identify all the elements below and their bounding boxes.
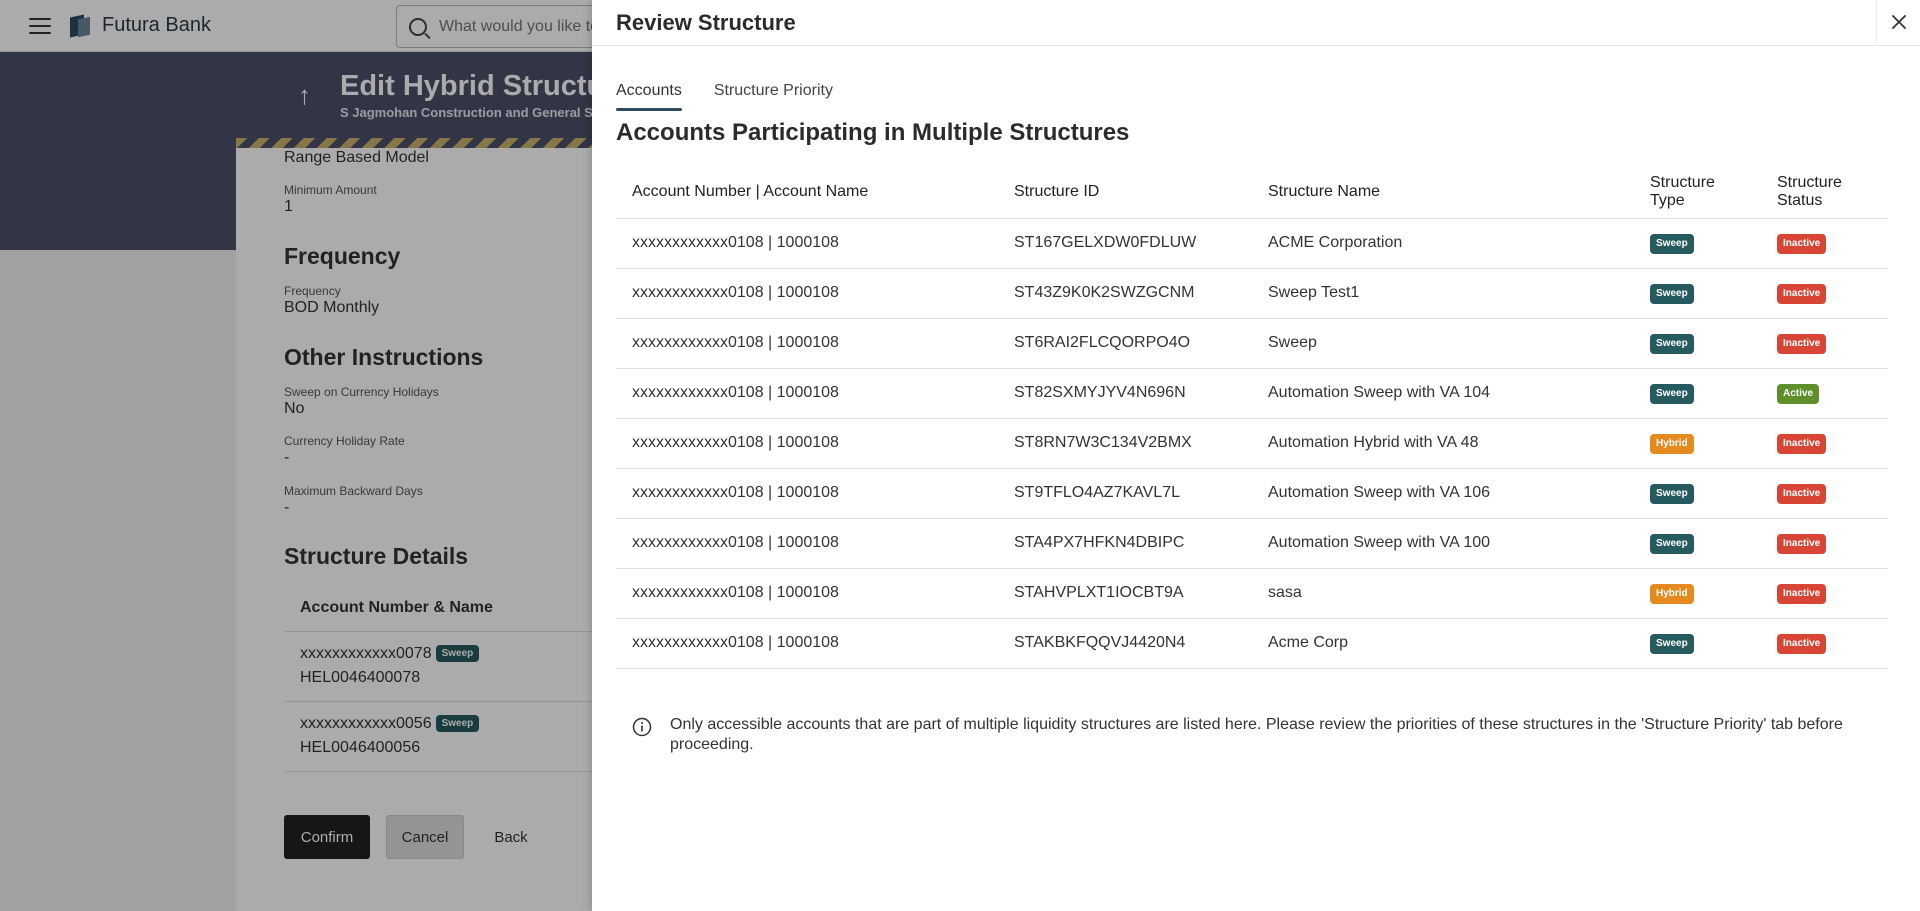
type-badge: Sweep [1650, 483, 1694, 504]
table-row: xxxxxxxxxxxx0108 | 1000108 STAHVPLXT1IOC… [616, 568, 1888, 619]
structure-type-cell: Hybrid [1634, 568, 1761, 619]
type-badge: Sweep [1650, 233, 1694, 254]
status-badge: Inactive [1777, 433, 1827, 454]
structure-status-cell: Inactive [1761, 318, 1888, 369]
table-row: xxxxxxxxxxxx0108 | 1000108 ST9TFLO4AZ7KA… [616, 468, 1888, 519]
structure-status-cell: Active [1761, 368, 1888, 419]
structure-id-cell: STAHVPLXT1IOCBT9A [998, 568, 1252, 619]
account-cell: xxxxxxxxxxxx0108 | 1000108 [616, 268, 998, 319]
account-cell: xxxxxxxxxxxx0108 | 1000108 [616, 218, 998, 269]
info-icon [632, 717, 652, 737]
tab-structure-priority[interactable]: Structure Priority [714, 82, 833, 111]
account-cell: xxxxxxxxxxxx0108 | 1000108 [616, 418, 998, 469]
structure-name-cell: Automation Sweep with VA 104 [1252, 368, 1634, 419]
structure-type-cell: Sweep [1634, 368, 1761, 419]
table-row: xxxxxxxxxxxx0108 | 1000108 ST167GELXDW0F… [616, 218, 1888, 269]
review-structure-drawer: Review Structure Accounts Structure Prio… [592, 0, 1920, 911]
structure-status-cell: Inactive [1761, 218, 1888, 269]
structure-status-cell: Inactive [1761, 568, 1888, 619]
tab-accounts[interactable]: Accounts [616, 82, 682, 111]
structure-id-cell: STA4PX7HFKN4DBIPC [998, 518, 1252, 569]
table-row: xxxxxxxxxxxx0108 | 1000108 STAKBKFQQVJ44… [616, 618, 1888, 669]
structure-status-cell: Inactive [1761, 468, 1888, 519]
type-badge: Sweep [1650, 383, 1694, 404]
close-button[interactable] [1876, 0, 1920, 44]
account-cell: xxxxxxxxxxxx0108 | 1000108 [616, 618, 998, 669]
structure-name-cell: Sweep [1252, 318, 1634, 369]
structures-table: Account Number | Account Name Structure … [616, 166, 1888, 669]
close-icon [1891, 15, 1906, 29]
type-badge: Hybrid [1650, 583, 1694, 604]
structure-type-cell: Hybrid [1634, 418, 1761, 469]
structure-name-cell: sasa [1252, 568, 1634, 619]
structure-id-cell: ST43Z9K0K2SWZGCNM [998, 268, 1252, 319]
structure-id-cell: ST9TFLO4AZ7KAVL7L [998, 468, 1252, 519]
table-header-row: Account Number | Account Name Structure … [616, 166, 1888, 219]
structure-type-cell: Sweep [1634, 468, 1761, 519]
status-badge: Inactive [1777, 333, 1827, 354]
status-badge: Active [1777, 383, 1820, 404]
info-note-text: Only accessible accounts that are part o… [670, 716, 1843, 753]
structure-name-cell: ACME Corporation [1252, 218, 1634, 269]
column-header-structure-id: Structure ID [998, 166, 1252, 219]
structure-name-cell: Sweep Test1 [1252, 268, 1634, 319]
structure-type-cell: Sweep [1634, 518, 1761, 569]
table-row: xxxxxxxxxxxx0108 | 1000108 ST82SXMYJYV4N… [616, 368, 1888, 419]
type-badge: Sweep [1650, 333, 1694, 354]
account-cell: xxxxxxxxxxxx0108 | 1000108 [616, 368, 998, 419]
drawer-header: Review Structure [592, 0, 1920, 46]
account-cell: xxxxxxxxxxxx0108 | 1000108 [616, 318, 998, 369]
account-cell: xxxxxxxxxxxx0108 | 1000108 [616, 468, 998, 519]
status-badge: Inactive [1777, 283, 1827, 304]
structure-id-cell: STAKBKFQQVJ4420N4 [998, 618, 1252, 669]
table-row: xxxxxxxxxxxx0108 | 1000108 ST43Z9K0K2SWZ… [616, 268, 1888, 319]
structure-name-cell: Automation Sweep with VA 100 [1252, 518, 1634, 569]
structure-name-cell: Automation Sweep with VA 106 [1252, 468, 1634, 519]
status-badge: Inactive [1777, 233, 1827, 254]
account-cell: xxxxxxxxxxxx0108 | 1000108 [616, 518, 998, 569]
status-badge: Inactive [1777, 583, 1827, 604]
structure-type-cell: Sweep [1634, 268, 1761, 319]
structure-status-cell: Inactive [1761, 618, 1888, 669]
structure-type-cell: Sweep [1634, 318, 1761, 369]
column-header-structure-type: Structure Type [1634, 166, 1761, 219]
info-note: Only accessible accounts that are part o… [632, 715, 1902, 755]
structure-type-cell: Sweep [1634, 218, 1761, 269]
status-badge: Inactive [1777, 483, 1827, 504]
section-title: Accounts Participating in Multiple Struc… [616, 119, 1130, 146]
structure-id-cell: ST8RN7W3C134V2BMX [998, 418, 1252, 469]
table-row: xxxxxxxxxxxx0108 | 1000108 ST6RAI2FLCQOR… [616, 318, 1888, 369]
structure-id-cell: ST6RAI2FLCQORPO4O [998, 318, 1252, 369]
structure-name-cell: Automation Hybrid with VA 48 [1252, 418, 1634, 469]
structure-status-cell: Inactive [1761, 518, 1888, 569]
type-badge: Sweep [1650, 533, 1694, 554]
structure-name-cell: Acme Corp [1252, 618, 1634, 669]
structure-status-cell: Inactive [1761, 268, 1888, 319]
column-header-structure-status: Structure Status [1761, 166, 1888, 219]
drawer-tabs: Accounts Structure Priority [616, 82, 865, 111]
type-badge: Sweep [1650, 633, 1694, 654]
column-header-structure-name: Structure Name [1252, 166, 1634, 219]
structure-status-cell: Inactive [1761, 418, 1888, 469]
column-header-account: Account Number | Account Name [616, 166, 998, 219]
structure-id-cell: ST167GELXDW0FDLUW [998, 218, 1252, 269]
account-cell: xxxxxxxxxxxx0108 | 1000108 [616, 568, 998, 619]
table-row: xxxxxxxxxxxx0108 | 1000108 ST8RN7W3C134V… [616, 418, 1888, 469]
table-row: xxxxxxxxxxxx0108 | 1000108 STA4PX7HFKN4D… [616, 518, 1888, 569]
drawer-title: Review Structure [616, 10, 796, 35]
structure-type-cell: Sweep [1634, 618, 1761, 669]
status-badge: Inactive [1777, 633, 1827, 654]
type-badge: Hybrid [1650, 433, 1694, 454]
status-badge: Inactive [1777, 533, 1827, 554]
type-badge: Sweep [1650, 283, 1694, 304]
structure-id-cell: ST82SXMYJYV4N696N [998, 368, 1252, 419]
